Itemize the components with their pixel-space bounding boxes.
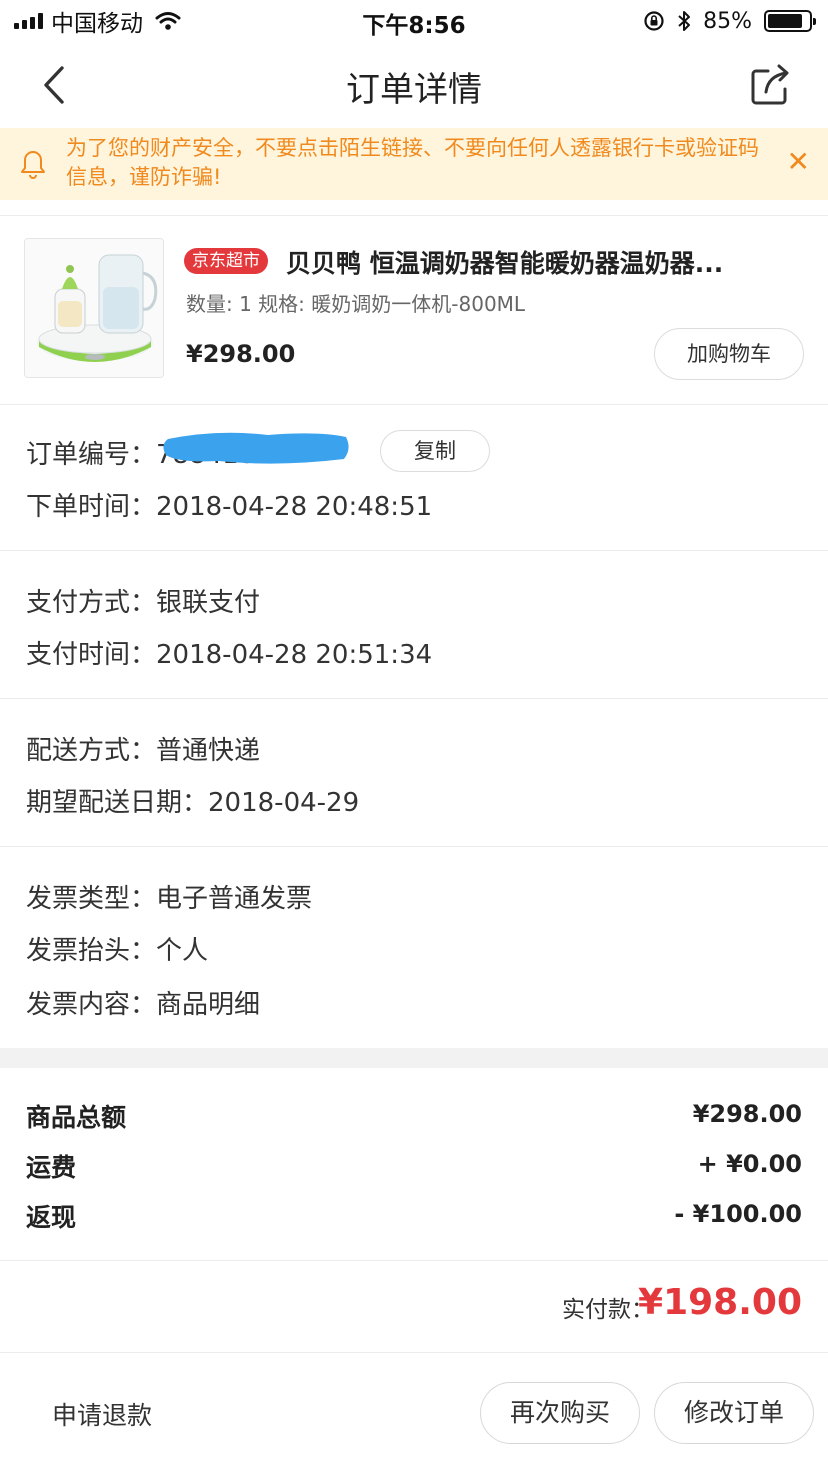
nav-bar: 订单详情 <box>0 44 828 128</box>
product-card[interactable]: 京东超市 贝贝鸭 恒温调奶器智能暖奶器温奶器... 数量: 1 规格: 暖奶调奶… <box>0 216 828 404</box>
product-spec: 数量: 1 规格: 暖奶调奶一体机-800ML <box>186 292 526 316</box>
order-time-row: 下单时间：2018-04-28 20:48:51 <box>26 486 432 523</box>
bell-icon <box>21 151 45 179</box>
add-to-cart-button[interactable]: 加购物车 <box>654 328 804 380</box>
goods-total-label: 商品总额 <box>26 1103 127 1132</box>
delivery-date-row: 期望配送日期：2018-04-29 <box>26 782 359 819</box>
redaction-mark <box>163 432 349 464</box>
share-icon[interactable] <box>746 60 796 110</box>
invoice-content-row: 发票内容：商品明细 <box>26 984 260 1021</box>
status-right: 85% <box>643 8 816 34</box>
payment-method-label: 支付方式： <box>26 588 157 618</box>
payment-time-label: 支付时间： <box>26 640 157 670</box>
delivery-method-label: 配送方式： <box>26 736 157 766</box>
cashback-value: - ¥100.00 <box>674 1200 802 1228</box>
payment-time-row: 支付时间：2018-04-28 20:51:34 <box>26 634 432 671</box>
divider <box>0 698 828 699</box>
status-left: 中国移动 <box>14 8 181 37</box>
invoice-type-label: 发票类型： <box>26 884 157 914</box>
carrier-label: 中国移动 <box>51 11 143 37</box>
status-bar: 中国移动 下午8:56 85% <box>0 0 828 44</box>
copy-button[interactable]: 复制 <box>380 430 490 472</box>
order-time-value: 2018-04-28 20:48:51 <box>156 492 433 522</box>
goods-total-value: ¥298.00 <box>692 1100 802 1128</box>
invoice-title-row: 发票抬头：个人 <box>26 930 208 967</box>
divider <box>0 846 828 847</box>
amount-paid-value: ¥198.00 <box>638 1282 802 1323</box>
divider <box>0 1352 828 1353</box>
battery-percent: 85% <box>703 8 752 34</box>
payment-method-row: 支付方式：银联支付 <box>26 582 260 619</box>
product-thumbnail[interactable] <box>24 238 164 378</box>
security-notice: 为了您的财产安全，不要点击陌生链接、不要向任何人透露银行卡或验证码信息，谨防诈骗… <box>0 128 828 200</box>
delivery-method-value: 普通快递 <box>156 736 261 766</box>
rebuy-button[interactable]: 再次购买 <box>480 1382 640 1444</box>
invoice-type-value: 电子普通发票 <box>156 884 313 914</box>
shipping-label: 运费 <box>26 1153 77 1182</box>
invoice-title-value: 个人 <box>156 936 209 966</box>
product-title[interactable]: 贝贝鸭 恒温调奶器智能暖奶器温奶器... <box>286 244 786 280</box>
battery-fill <box>768 14 802 28</box>
delivery-date-value: 2018-04-29 <box>208 788 360 818</box>
delivery-method-row: 配送方式：普通快递 <box>26 730 260 767</box>
warmer-image-icon <box>25 239 163 377</box>
wifi-icon <box>155 12 181 30</box>
notice-text: 为了您的财产安全，不要点击陌生链接、不要向任何人透露银行卡或验证码信息，谨防诈骗… <box>66 136 759 189</box>
invoice-title-label: 发票抬头： <box>26 936 157 966</box>
invoice-content-label: 发票内容： <box>26 990 157 1020</box>
cashback-label: 返现 <box>26 1203 77 1232</box>
modify-order-button[interactable]: 修改订单 <box>654 1382 814 1444</box>
invoice-type-row: 发票类型：电子普通发票 <box>26 878 312 915</box>
jd-supermarket-tag: 京东超市 <box>184 248 268 274</box>
delivery-date-label: 期望配送日期： <box>26 788 209 818</box>
payment-time-value: 2018-04-28 20:51:34 <box>156 640 433 670</box>
rotation-lock-icon <box>644 11 664 31</box>
divider <box>0 550 828 551</box>
page-title: 订单详情 <box>346 70 482 110</box>
signal-icon <box>14 13 43 29</box>
divider <box>0 1260 828 1261</box>
invoice-content-value: 商品明细 <box>156 990 261 1020</box>
chevron-left-icon[interactable] <box>30 60 80 110</box>
close-icon[interactable]: ✕ <box>787 148 810 176</box>
product-price: ¥298.00 <box>186 340 296 368</box>
order-time-label: 下单时间： <box>26 492 157 522</box>
refund-link[interactable]: 申请退款 <box>52 1396 152 1432</box>
order-number-label: 订单编号： <box>26 440 157 470</box>
bluetooth-icon <box>678 11 691 31</box>
divider <box>0 404 828 405</box>
payment-method-value: 银联支付 <box>156 588 261 618</box>
battery-icon <box>764 10 816 32</box>
section-divider <box>0 1048 828 1068</box>
shipping-value: + ¥0.00 <box>697 1150 802 1178</box>
